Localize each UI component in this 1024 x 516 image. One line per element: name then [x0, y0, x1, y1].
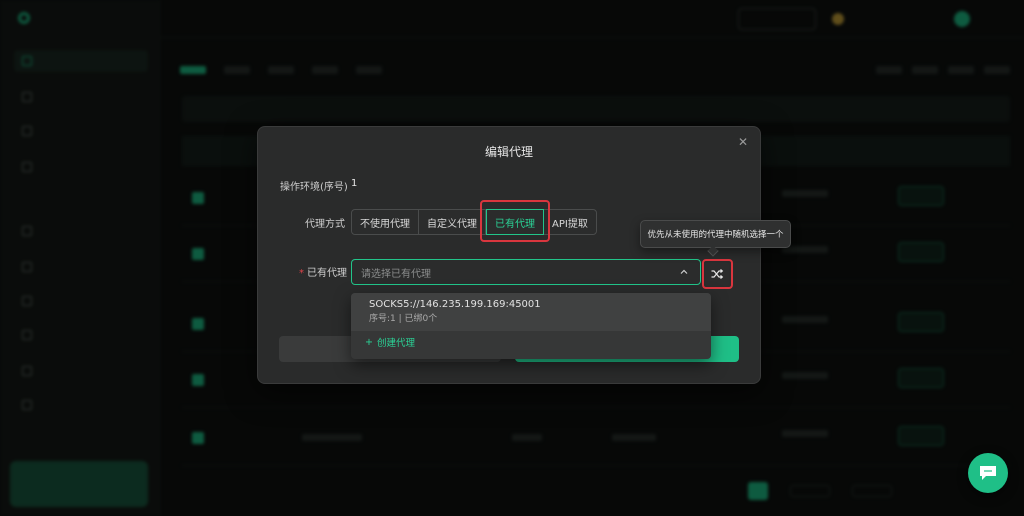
proxy-mode-segmented: 不使用代理 自定义代理 已有代理 API提取 [351, 209, 597, 235]
tab-no-proxy[interactable]: 不使用代理 [352, 210, 419, 234]
close-icon[interactable]: ✕ [736, 135, 750, 149]
dialog-title: 编辑代理 [484, 145, 533, 159]
tab-api-extract[interactable]: API提取 [544, 210, 596, 234]
tab-custom-proxy[interactable]: 自定义代理 [419, 210, 486, 234]
chevron-up-icon [680, 269, 688, 274]
existing-proxy-label: 已有代理 [307, 268, 347, 279]
proxy-mode-label: 代理方式 [305, 219, 345, 230]
select-placeholder: 请选择已有代理 [361, 268, 431, 280]
option-subtitle: 序号:1 | 已绑0个 [369, 314, 438, 324]
env-label: 操作环境(序号) [280, 182, 348, 193]
env-value: 1 [351, 178, 358, 189]
proxy-dropdown: SOCKS5://146.235.199.169:45001 序号:1 | 已绑… [351, 293, 711, 359]
random-tooltip: 优先从未使用的代理中随机选择一个 [640, 220, 791, 248]
dropdown-option[interactable]: SOCKS5://146.235.199.169:45001 序号:1 | 已绑… [351, 293, 711, 331]
required-mark: * [299, 268, 304, 279]
tab-existing-proxy[interactable]: 已有代理 [486, 209, 544, 235]
option-title: SOCKS5://146.235.199.169:45001 [369, 299, 541, 310]
create-proxy-label: 创建代理 [376, 338, 415, 349]
create-proxy-link[interactable]: + 创建代理 [365, 334, 415, 350]
random-proxy-button[interactable] [705, 262, 729, 286]
tooltip-text: 优先从未使用的代理中随机选择一个 [647, 230, 784, 240]
plus-icon: + [365, 336, 373, 348]
chat-bubble-icon [980, 466, 996, 480]
existing-proxy-label-wrap: * 已有代理 [299, 264, 347, 279]
existing-proxy-select[interactable]: 请选择已有代理 [351, 259, 701, 285]
shuffle-icon [711, 269, 724, 279]
chat-button[interactable] [968, 453, 1008, 493]
